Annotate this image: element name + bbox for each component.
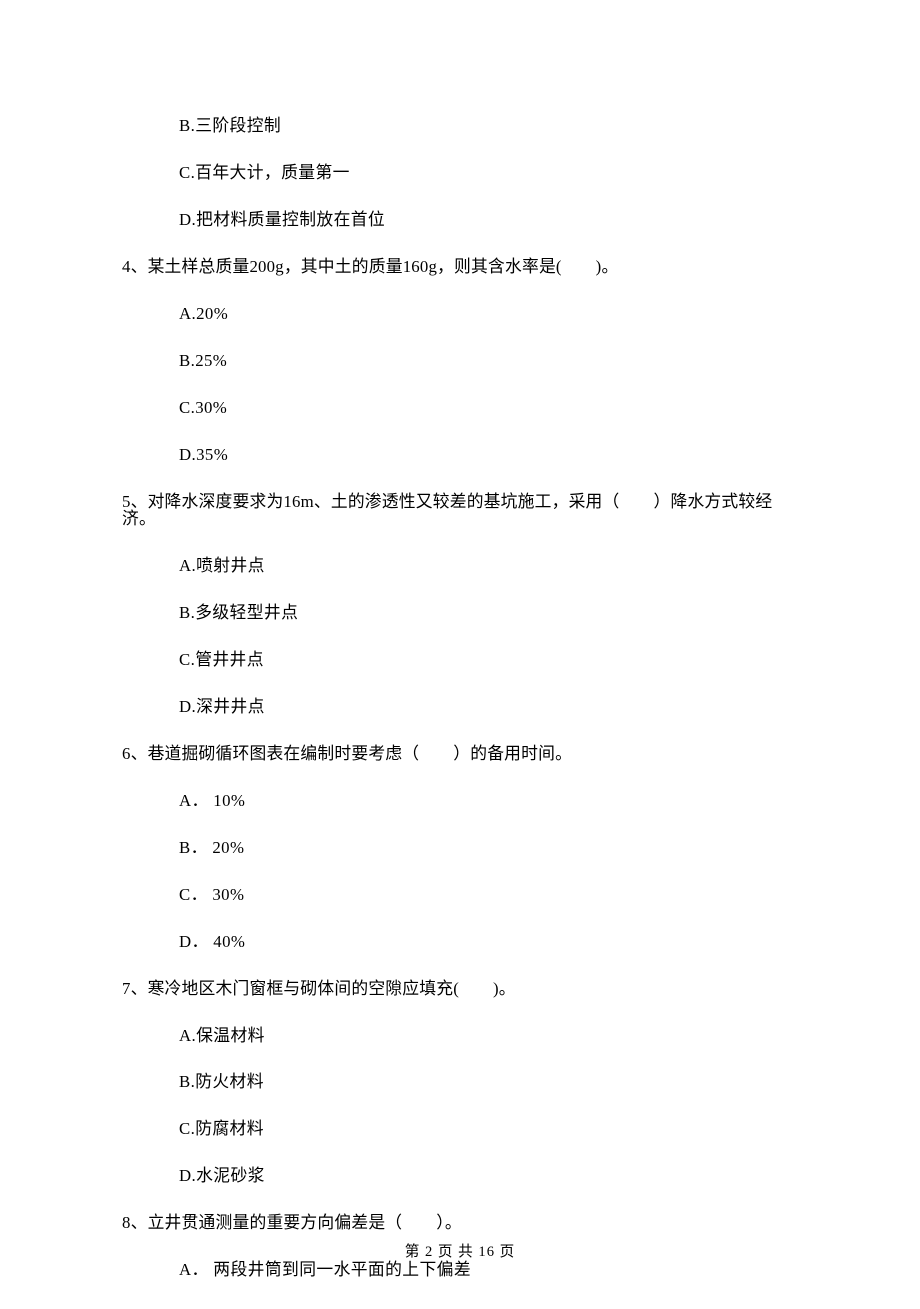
q5-option-d: D.深井井点 bbox=[122, 699, 802, 716]
document-page: B.三阶段控制 C.百年大计，质量第一 D.把材料质量控制放在首位 4、某土样总… bbox=[0, 0, 920, 1302]
q4-prompt: 4、某土样总质量200g，其中土的质量160g，则其含水率是( )。 bbox=[122, 259, 802, 276]
q7-option-a: A.保温材料 bbox=[122, 1028, 802, 1045]
q8-option-a: A． 两段井筒到同一水平面的上下偏差 bbox=[122, 1262, 802, 1279]
q6-option-c: C． 30% bbox=[122, 887, 802, 904]
q7-option-d: D.水泥砂浆 bbox=[122, 1168, 802, 1185]
page-footer: 第 2 页 共 16 页 bbox=[0, 1245, 920, 1260]
q3-option-c: C.百年大计，质量第一 bbox=[122, 165, 802, 182]
q6-option-a: A． 10% bbox=[122, 793, 802, 810]
q5-option-a: A.喷射井点 bbox=[122, 558, 802, 575]
q4-option-b: B.25% bbox=[122, 353, 802, 370]
q5-option-b: B.多级轻型井点 bbox=[122, 605, 802, 622]
q7-option-c: C.防腐材料 bbox=[122, 1121, 802, 1138]
q8-prompt: 8、立井贯通测量的重要方向偏差是（ ）。 bbox=[122, 1215, 802, 1232]
q5-prompt: 5、对降水深度要求为16m、土的渗透性又较差的基坑施工，采用（ ）降水方式较经济… bbox=[122, 494, 802, 528]
q6-prompt: 6、巷道掘砌循环图表在编制时要考虑（ ）的备用时间。 bbox=[122, 746, 802, 763]
q7-prompt: 7、寒冷地区木门窗框与砌体间的空隙应填充( )。 bbox=[122, 981, 802, 998]
q4-option-a: A.20% bbox=[122, 306, 802, 323]
q3-option-b: B.三阶段控制 bbox=[122, 118, 802, 135]
q6-option-d: D． 40% bbox=[122, 934, 802, 951]
q4-option-c: C.30% bbox=[122, 400, 802, 417]
q5-option-c: C.管井井点 bbox=[122, 652, 802, 669]
content-area: B.三阶段控制 C.百年大计，质量第一 D.把材料质量控制放在首位 4、某土样总… bbox=[122, 118, 802, 1309]
q4-option-d: D.35% bbox=[122, 447, 802, 464]
q3-option-d: D.把材料质量控制放在首位 bbox=[122, 212, 802, 229]
q7-option-b: B.防火材料 bbox=[122, 1074, 802, 1091]
q6-option-b: B． 20% bbox=[122, 840, 802, 857]
